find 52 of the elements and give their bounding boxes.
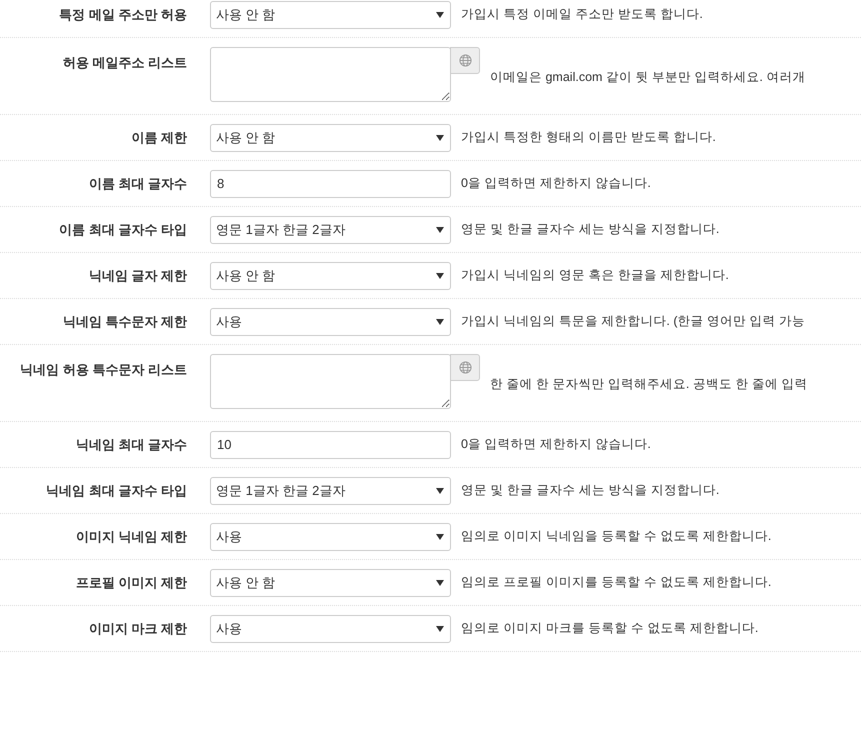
field-label: 특정 메일 주소만 허용: [58, 6, 187, 24]
text-area[interactable]: [210, 354, 451, 409]
globe-icon: [458, 54, 472, 67]
help-text: 임의로 프로필 이미지를 등록할 수 없도록 제한합니다.: [461, 574, 772, 591]
field-label: 이름 제한: [130, 129, 187, 147]
caret-icon: [436, 626, 444, 632]
caret-icon: [436, 134, 444, 140]
field-label: 닉네임 글자 제한: [88, 267, 187, 285]
help-text: 영문 및 한글 글자수 세는 방식을 지정합니다.: [461, 221, 720, 238]
field-label: 이름 최대 글자수 타입: [58, 221, 187, 239]
text-area[interactable]: [210, 47, 451, 102]
field-label: 닉네임 최대 글자수: [74, 436, 187, 454]
dropdown[interactable]: 영문 1글자 한글 2글자: [210, 476, 451, 504]
input-field[interactable]: 10: [210, 430, 451, 458]
caret-icon: [436, 226, 444, 232]
field-label: 닉네임 최대 글자수 타입: [45, 482, 187, 500]
dropdown[interactable]: 사용 안 함: [210, 568, 451, 596]
language-button[interactable]: [450, 47, 480, 74]
field-label: 이미지 닉네임 제한: [74, 528, 187, 546]
field-label: 프로필 이미지 제한: [74, 574, 187, 592]
field-label: 닉네임 허용 특수문자 리스트: [19, 361, 187, 379]
help-text: 영문 및 한글 글자수 세는 방식을 지정합니다.: [461, 482, 720, 499]
caret-icon: [436, 12, 444, 18]
field-label: 닉네임 특수문자 제한: [62, 313, 187, 331]
help-text: 0을 입력하면 제한하지 않습니다.: [461, 175, 651, 192]
help-text: 가입시 닉네임의 특문을 제한합니다. (한글 영어만 입력 가능: [461, 313, 805, 330]
help-text: 한 줄에 한 문자씩만 입력해주세요. 공백도 한 줄에 입력: [490, 376, 808, 393]
field-label: 허용 메일주소 리스트: [62, 54, 187, 72]
caret-icon: [436, 580, 444, 586]
help-text: 임의로 이미지 닉네임을 등록할 수 없도록 제한합니다.: [461, 528, 772, 545]
dropdown[interactable]: 사용 안 함: [210, 0, 451, 28]
help-text: 임의로 이미지 마크를 등록할 수 없도록 제한합니다.: [461, 620, 758, 637]
globe-icon: [458, 361, 472, 374]
help-text: 가입시 특정 이메일 주소만 받도록 합니다.: [461, 6, 703, 23]
dropdown[interactable]: 영문 1글자 한글 2글자: [210, 216, 451, 244]
caret-icon: [436, 272, 444, 278]
caret-icon: [436, 318, 444, 324]
help-text: 가입시 닉네임의 영문 혹은 한글을 제한합니다.: [461, 267, 729, 284]
dropdown[interactable]: 사용: [210, 308, 451, 336]
dropdown[interactable]: 사용 안 함: [210, 124, 451, 152]
language-button[interactable]: [450, 354, 480, 381]
dropdown[interactable]: 사용 안 함: [210, 262, 451, 290]
help-text: 0을 입력하면 제한하지 않습니다.: [461, 436, 651, 453]
field-label: 이름 최대 글자수: [88, 175, 187, 193]
dropdown[interactable]: 사용: [210, 614, 451, 642]
caret-icon: [436, 488, 444, 494]
caret-icon: [436, 534, 444, 540]
field-label: 이미지 마크 제한: [88, 620, 187, 638]
help-text: 가입시 특정한 형태의 이름만 받도록 합니다.: [461, 129, 716, 146]
input-field[interactable]: 8: [210, 170, 451, 198]
help-text: 이메일은 gmail.com 같이 뒷 부분만 입력하세요. 여러개: [490, 69, 806, 86]
dropdown[interactable]: 사용: [210, 522, 451, 550]
